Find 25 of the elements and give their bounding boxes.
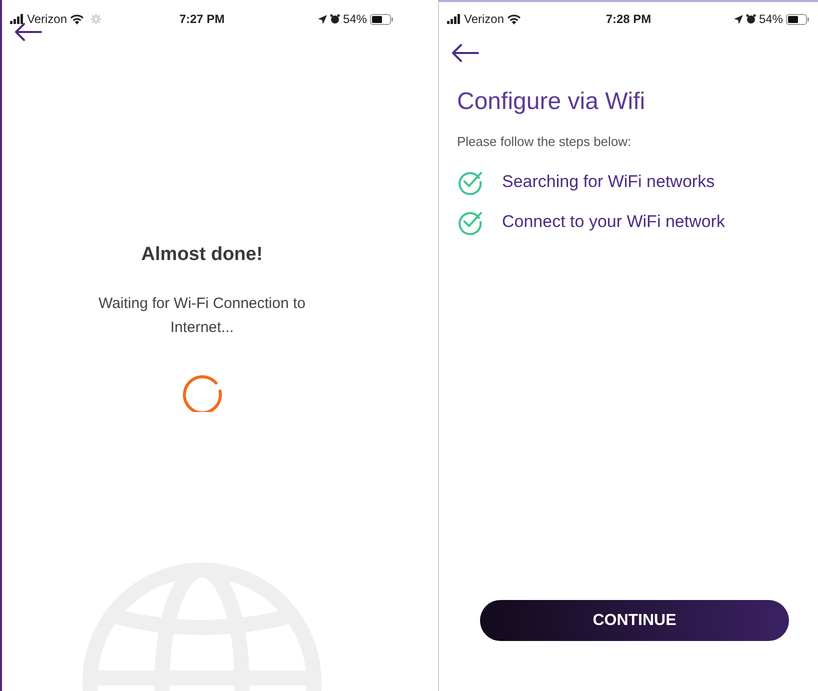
battery-percentage: 54%	[342, 11, 367, 28]
alarm-clock-icon	[330, 14, 340, 24]
alarm-clock-icon	[746, 14, 756, 24]
location-arrow-icon	[734, 14, 743, 24]
wifi-icon	[507, 14, 522, 24]
battery-percentage: 54%	[758, 11, 783, 28]
location-arrow-icon	[318, 14, 327, 24]
status-time: 7:27 PM	[179, 11, 225, 28]
continue-button[interactable]: CONTINUE	[480, 600, 789, 641]
message: Waiting for Wi-Fi Connection to Internet...	[97, 294, 306, 338]
signal-icon	[10, 14, 24, 24]
back-arrow-icon[interactable]	[451, 44, 479, 62]
status-time: 7:28 PM	[606, 11, 652, 28]
battery-icon	[786, 14, 810, 24]
back-arrow-icon[interactable]	[14, 23, 42, 41]
carrier-name: Verizon	[464, 11, 504, 28]
carrier-name: Verizon	[27, 11, 68, 28]
step-label: Searching for WiFi networks	[502, 170, 715, 193]
title: Almost done!	[141, 243, 263, 267]
subtitle: Please follow the steps below:	[457, 133, 632, 151]
battery-icon	[370, 14, 394, 24]
page-title: Configure via Wifi	[457, 87, 646, 117]
step-label: Connect to your WiFi network	[502, 210, 725, 233]
signal-icon	[447, 14, 461, 24]
wifi-icon	[70, 14, 84, 24]
